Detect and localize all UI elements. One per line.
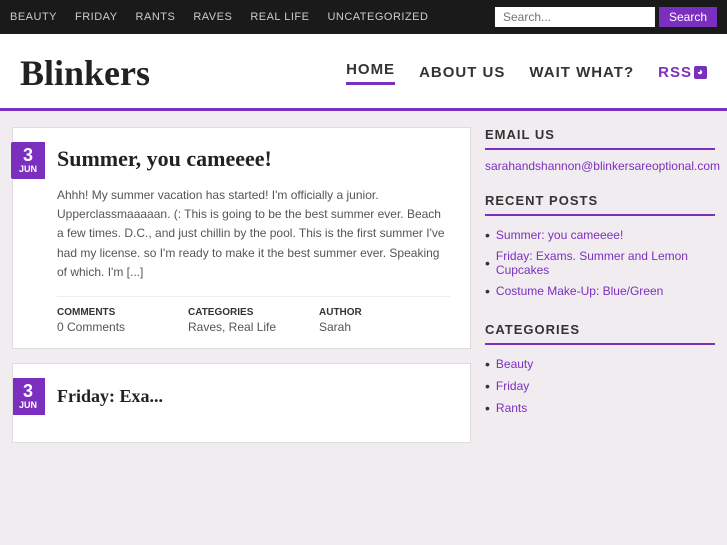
author-value[interactable]: Sarah (319, 320, 450, 334)
post-meta-1: COMMENTS 0 Comments CATEGORIES Raves, Re… (57, 296, 450, 334)
email-link[interactable]: sarahandshannon@blinkersareoptional.com (485, 159, 720, 173)
post-meta-comments: COMMENTS 0 Comments (57, 307, 188, 334)
top-nav-rants[interactable]: RANTS (136, 11, 176, 23)
list-item: Beauty (485, 353, 715, 375)
post-day-2: 3 (13, 382, 43, 400)
posts-column: 3 JUN Summer, you cameeee! Ahhh! My summ… (12, 127, 471, 443)
sidebar-categories-section: CATEGORIES Beauty Friday Rants (485, 322, 715, 419)
category-link-rants[interactable]: Rants (496, 401, 527, 415)
post-date-badge-1: 3 JUN (11, 142, 45, 179)
post-card-2: 3 JUN Friday: Exa... (12, 363, 471, 443)
post-date-badge-2: 3 JUN (12, 378, 45, 415)
site-header: Blinkers HOME ABOUT US WAIT WHAT? RSS ◕ (0, 34, 727, 111)
sidebar-email-title: EMAIL US (485, 127, 715, 150)
nav-about[interactable]: ABOUT US (419, 64, 505, 85)
top-nav-links: BEAUTY FRIDAY RANTS RAVES REAL LIFE UNCA… (10, 11, 495, 23)
main-nav: HOME ABOUT US WAIT WHAT? RSS ◕ (346, 61, 707, 99)
sidebar-email-section: EMAIL US sarahandshannon@blinkersareopti… (485, 127, 715, 173)
post-title-1[interactable]: Summer, you cameeee! (57, 146, 450, 172)
recent-post-link-3[interactable]: Costume Make-Up: Blue/Green (496, 284, 663, 298)
recent-post-link-1[interactable]: Summer: you cameeee! (496, 228, 623, 242)
post-meta-categories: CATEGORIES Raves, Real Life (188, 307, 319, 334)
comments-value[interactable]: 0 Comments (57, 320, 188, 334)
sidebar-email-link[interactable]: sarahandshannon@blinkersareoptional.com (485, 158, 715, 173)
post-day-1: 3 (13, 146, 43, 164)
sidebar-recent-posts: RECENT POSTS Summer: you cameeee! Friday… (485, 193, 715, 302)
list-item: Costume Make-Up: Blue/Green (485, 280, 715, 302)
sidebar-categories-title: CATEGORIES (485, 322, 715, 345)
post-excerpt-1: Ahhh! My summer vacation has started! I'… (57, 186, 450, 282)
top-nav-uncategorized[interactable]: UNCATEGORIZED (327, 11, 428, 23)
top-nav-beauty[interactable]: BEAUTY (10, 11, 57, 23)
top-nav-friday[interactable]: FRIDAY (75, 11, 118, 23)
rss-icon: ◕ (694, 66, 707, 79)
sidebar: EMAIL US sarahandshannon@blinkersareopti… (485, 127, 715, 443)
search-area: Search (495, 7, 717, 27)
top-nav-raves[interactable]: RAVES (193, 11, 232, 23)
top-nav-reallife[interactable]: REAL LIFE (250, 11, 309, 23)
list-item: Friday: Exams. Summer and Lemon Cupcakes (485, 246, 715, 280)
sidebar-recent-title: RECENT POSTS (485, 193, 715, 216)
nav-home[interactable]: HOME (346, 61, 395, 85)
category-link-beauty[interactable]: Beauty (496, 357, 533, 371)
categories-label: CATEGORIES (188, 307, 319, 318)
list-item: Rants (485, 397, 715, 419)
top-nav-bar: BEAUTY FRIDAY RANTS RAVES REAL LIFE UNCA… (0, 0, 727, 34)
post-month-2: JUN (13, 400, 43, 411)
post-meta-author: AUTHOR Sarah (319, 307, 450, 334)
search-input[interactable] (495, 7, 655, 27)
post-title-2[interactable]: Friday: Exa... (57, 386, 450, 407)
recent-posts-list: Summer: you cameeee! Friday: Exams. Summ… (485, 224, 715, 302)
nav-waitwhat[interactable]: WAIT WHAT? (529, 64, 634, 85)
category-link-friday[interactable]: Friday (496, 379, 529, 393)
list-item: Friday (485, 375, 715, 397)
author-label: AUTHOR (319, 307, 450, 318)
rss-link[interactable]: RSS ◕ (658, 64, 707, 85)
list-item: Summer: you cameeee! (485, 224, 715, 246)
search-button[interactable]: Search (659, 7, 717, 27)
categories-list: Beauty Friday Rants (485, 353, 715, 419)
main-content: 3 JUN Summer, you cameeee! Ahhh! My summ… (0, 111, 727, 459)
rss-label: RSS (658, 64, 692, 81)
post-card-1: 3 JUN Summer, you cameeee! Ahhh! My summ… (12, 127, 471, 349)
recent-post-link-2[interactable]: Friday: Exams. Summer and Lemon Cupcakes (496, 249, 715, 277)
post-month-1: JUN (13, 164, 43, 175)
site-title: Blinkers (20, 52, 150, 108)
comments-label: COMMENTS (57, 307, 188, 318)
categories-value[interactable]: Raves, Real Life (188, 320, 319, 334)
